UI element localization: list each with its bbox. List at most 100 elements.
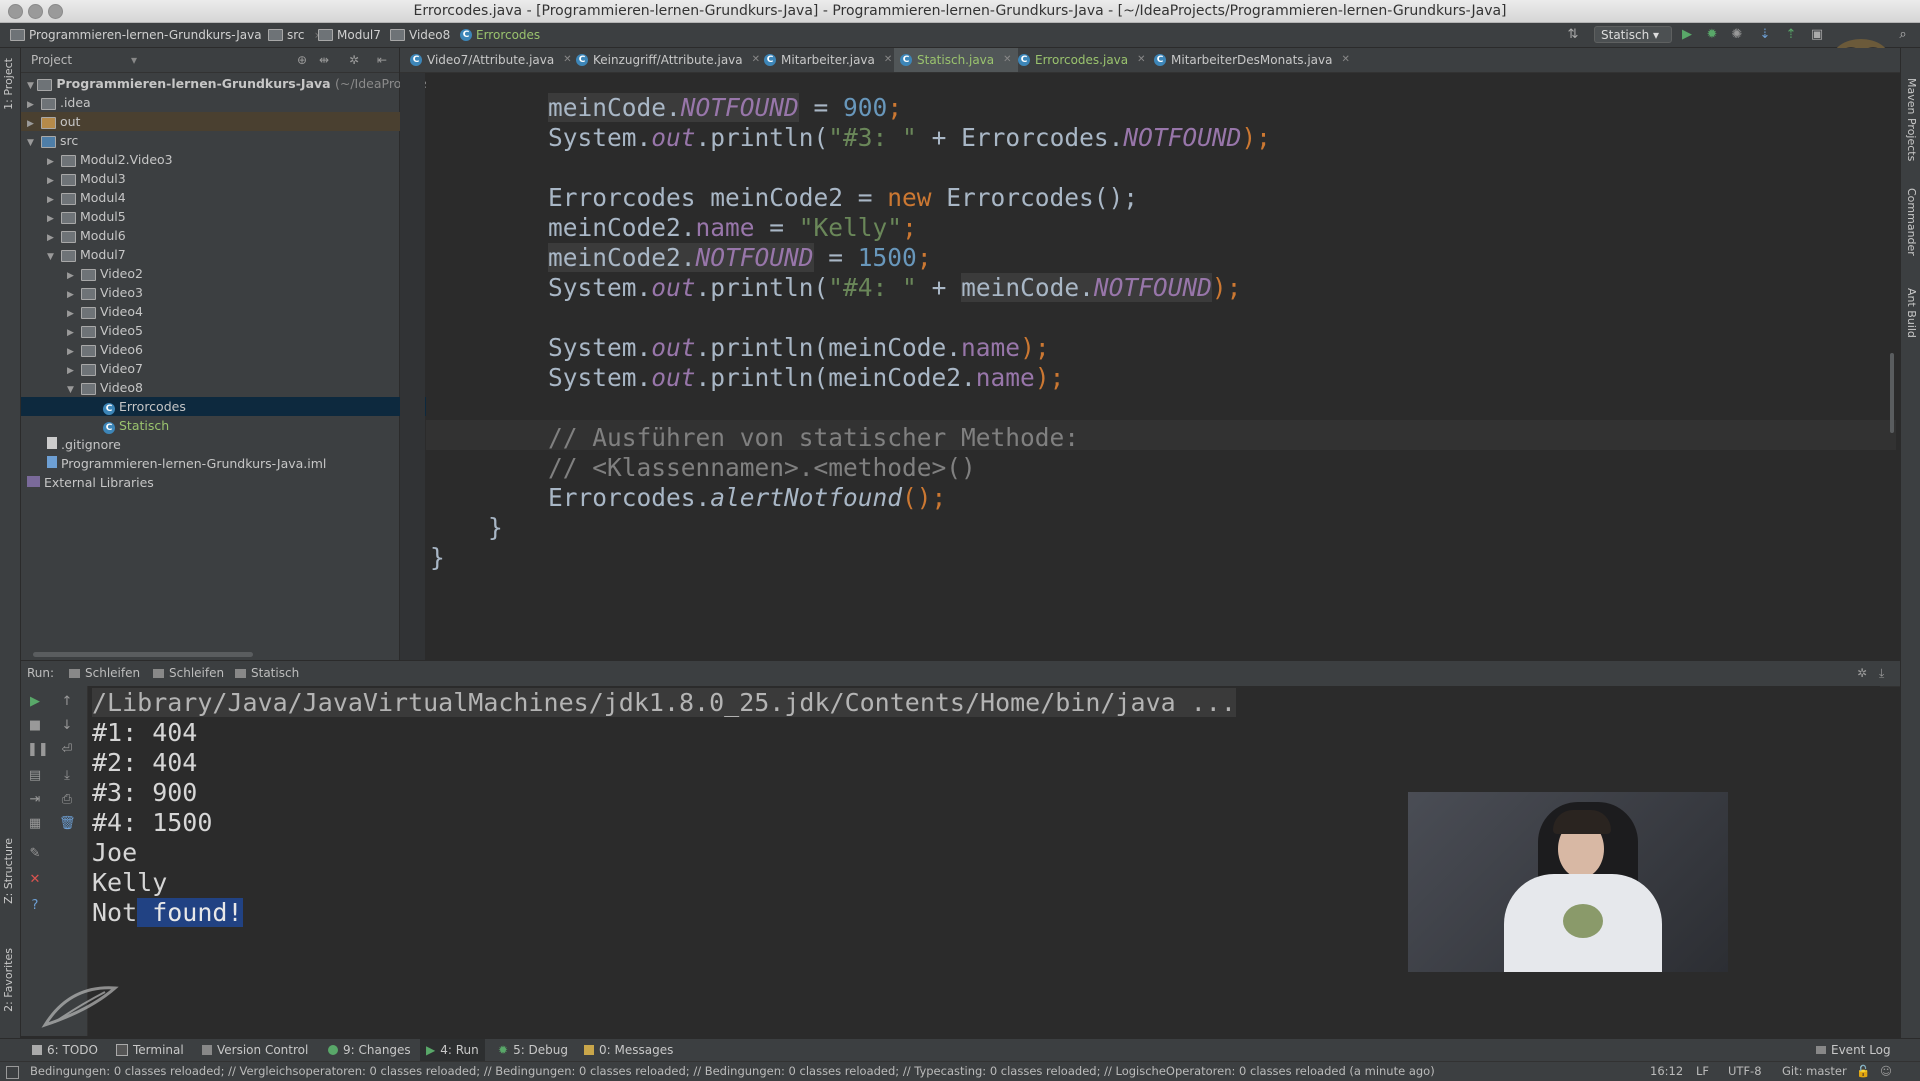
tree-item[interactable]: ▶ .idea — [21, 93, 404, 112]
tree-item[interactable]: ▼ Modul7 — [21, 245, 424, 264]
structure-tool-tab[interactable]: Z: Structure — [2, 838, 15, 904]
close-icon[interactable]: ✕ — [27, 872, 43, 888]
zoom-window-button[interactable] — [48, 4, 63, 19]
structure-icon[interactable]: ⇅ — [1566, 28, 1580, 42]
caret-position[interactable]: 16:12 — [1650, 1062, 1683, 1081]
exit-icon[interactable]: ⇥ — [27, 792, 43, 808]
breadcrumb-src[interactable]: src › — [268, 23, 319, 47]
breadcrumb-video8[interactable]: Video8› — [390, 23, 465, 47]
down-icon[interactable]: ↓ — [59, 718, 75, 734]
maven-projects-tab[interactable]: Maven Projects — [1905, 78, 1918, 161]
tree-item[interactable]: ▶ Video4 — [21, 302, 444, 321]
tree-item[interactable]: Programmieren-lernen-Grundkurs-Java.iml — [21, 454, 424, 473]
close-window-button[interactable] — [8, 4, 23, 19]
search-icon[interactable]: ⌕ — [1896, 28, 1910, 42]
line-separator[interactable]: LF — [1696, 1062, 1709, 1081]
terminal-icon — [116, 1044, 128, 1056]
run-tab-schleifen[interactable]: Schleifen — [69, 661, 140, 686]
tree-item[interactable]: ▶ Modul6 — [21, 226, 424, 245]
clear-all-icon[interactable]: 🗑 — [59, 816, 76, 832]
tab-mitarbeiter[interactable]: C Mitarbeiter.java ✕ — [758, 48, 898, 72]
run-tab-statisch[interactable]: Statisch — [235, 661, 299, 686]
tree-item[interactable]: ▶ out — [21, 112, 404, 131]
messages-tool-tab[interactable]: 0: Messages — [584, 1039, 673, 1061]
event-log-tool-tab[interactable]: Event Log — [1816, 1039, 1891, 1061]
tree-item[interactable]: ▼ Video8 — [21, 378, 444, 397]
close-tab-icon[interactable]: ✕ — [1341, 48, 1349, 72]
close-tab-icon[interactable]: ✕ — [1137, 48, 1145, 72]
changes-tool-tab[interactable]: 9: Changes — [328, 1039, 411, 1061]
lock-icon[interactable]: 🔓 — [1856, 1062, 1870, 1081]
tree-item[interactable]: .gitignore — [21, 435, 424, 454]
run-icon[interactable]: ▶ — [1680, 28, 1694, 42]
print-icon[interactable]: ⎙ — [59, 792, 75, 808]
tree-item[interactable]: ▶ Video6 — [21, 340, 444, 359]
project-tool-tab[interactable]: 1: Project — [2, 58, 15, 110]
pause-icon[interactable]: ❚❚ — [27, 742, 49, 758]
tree-item[interactable]: External Libraries — [21, 473, 404, 492]
gear-icon[interactable]: ✲ — [1857, 661, 1867, 686]
run-tool-tab[interactable]: ▶ 4: Run — [420, 1039, 485, 1061]
file-encoding[interactable]: UTF-8 — [1728, 1062, 1762, 1081]
commander-tab[interactable]: Commander — [1905, 188, 1918, 256]
tree-item[interactable]: ▼ src — [21, 131, 404, 150]
settings-icon[interactable]: ▣ — [1810, 28, 1824, 42]
chevron-down-icon[interactable]: ▾ — [131, 48, 137, 72]
toggle-tool-windows-icon[interactable] — [6, 1066, 19, 1079]
breadcrumb-project[interactable]: Programmieren-lernen-Grundkurs-Java› — [10, 23, 276, 47]
tree-root[interactable]: ▼ Programmieren-lernen-Grundkurs-Java (~… — [21, 74, 443, 93]
tree-item[interactable]: ▶ Video3 — [21, 283, 444, 302]
vcs-branch[interactable]: Git: master — [1782, 1062, 1847, 1081]
tab-errorcodes[interactable]: C Errorcodes.java ✕ — [1012, 48, 1152, 72]
gear-icon[interactable]: ✲ — [349, 48, 359, 72]
breadcrumb-errorcodes[interactable]: C Errorcodes — [460, 23, 540, 47]
vcs-commit-icon[interactable]: ⇡ — [1784, 28, 1798, 42]
tab-statisch[interactable]: C Statisch.java ✕ — [894, 48, 1018, 72]
minimize-window-button[interactable] — [28, 4, 43, 19]
favorites-tool-tab[interactable]: 2: Favorites — [2, 948, 15, 1012]
horizontal-scrollbar[interactable] — [33, 652, 253, 657]
tree-item[interactable]: ▶ Modul2.Video3 — [21, 150, 424, 169]
tree-item[interactable]: ▶ Modul4 — [21, 188, 424, 207]
run-configuration-select[interactable]: Statisch ▾ — [1594, 26, 1672, 43]
tree-item[interactable]: ▶ Video2 — [21, 264, 444, 283]
tree-item[interactable]: ▶ Modul3 — [21, 169, 424, 188]
todo-tool-tab[interactable]: 6: TODO — [32, 1039, 98, 1061]
console-output-line: #1: 404 — [92, 718, 198, 747]
vcs-update-icon[interactable]: ⇣ — [1758, 28, 1772, 42]
inspector-icon[interactable]: ☺ — [1880, 1062, 1892, 1081]
debug-icon[interactable]: ✹ — [1705, 28, 1719, 42]
project-view-select[interactable]: Project — [31, 53, 72, 67]
tree-item[interactable]: ▶ Modul5 — [21, 207, 424, 226]
run-tab-schleifen[interactable]: Schleifen — [153, 661, 224, 686]
version-control-tool-tab[interactable]: Version Control — [202, 1039, 308, 1061]
tab-video7-attribute[interactable]: C Video7/Attribute.java ✕ — [404, 48, 578, 72]
scroll-to-end-icon[interactable]: ⤓ — [59, 768, 75, 784]
pin-icon[interactable]: ✎ — [27, 846, 43, 862]
scroll-from-source-icon[interactable]: ⊕ — [297, 48, 307, 72]
debug-tool-tab[interactable]: ✹ 5: Debug — [498, 1039, 568, 1061]
stop-icon[interactable]: ■ — [27, 718, 43, 734]
tab-mitarbeiterdesmonats[interactable]: C MitarbeiterDesMonats.java ✕ — [1148, 48, 1356, 72]
up-icon[interactable]: ↑ — [59, 694, 75, 710]
soft-wrap-icon[interactable]: ⏎ — [59, 742, 75, 758]
layout-icon[interactable]: ▦ — [27, 816, 43, 832]
code-editor[interactable]: meinCode.NOTFOUND = 900; System.out.prin… — [426, 73, 1896, 660]
coverage-icon[interactable]: ✺ — [1730, 28, 1744, 42]
hide-panel-icon[interactable]: ⇤ — [377, 48, 387, 72]
ant-build-tab[interactable]: Ant Build — [1905, 288, 1918, 338]
help-icon[interactable]: ? — [27, 898, 43, 914]
hide-panel-icon[interactable]: ⤓ — [1879, 661, 1884, 686]
tree-item[interactable]: ▶ Video5 — [21, 321, 444, 340]
vertical-scrollbar[interactable] — [1890, 353, 1894, 433]
project-panel: Project ▾ ⊕ ⇹ ✲ ⇤ ▼ Programmieren-lernen… — [21, 48, 480, 660]
close-tab-icon[interactable]: ✕ — [884, 48, 892, 72]
close-tab-icon[interactable]: ✕ — [1003, 48, 1011, 72]
dump-threads-icon[interactable]: ▤ — [27, 768, 43, 784]
rerun-icon[interactable]: ▶ — [27, 694, 43, 710]
tab-keinzugriff-attribute[interactable]: C Keinzugriff/Attribute.java ✕ — [570, 48, 766, 72]
terminal-tool-tab[interactable]: Terminal — [116, 1039, 184, 1061]
tree-item[interactable]: ▶ Video7 — [21, 359, 444, 378]
breadcrumb-modul7[interactable]: Modul7› — [318, 23, 396, 47]
collapse-all-icon[interactable]: ⇹ — [319, 48, 329, 72]
